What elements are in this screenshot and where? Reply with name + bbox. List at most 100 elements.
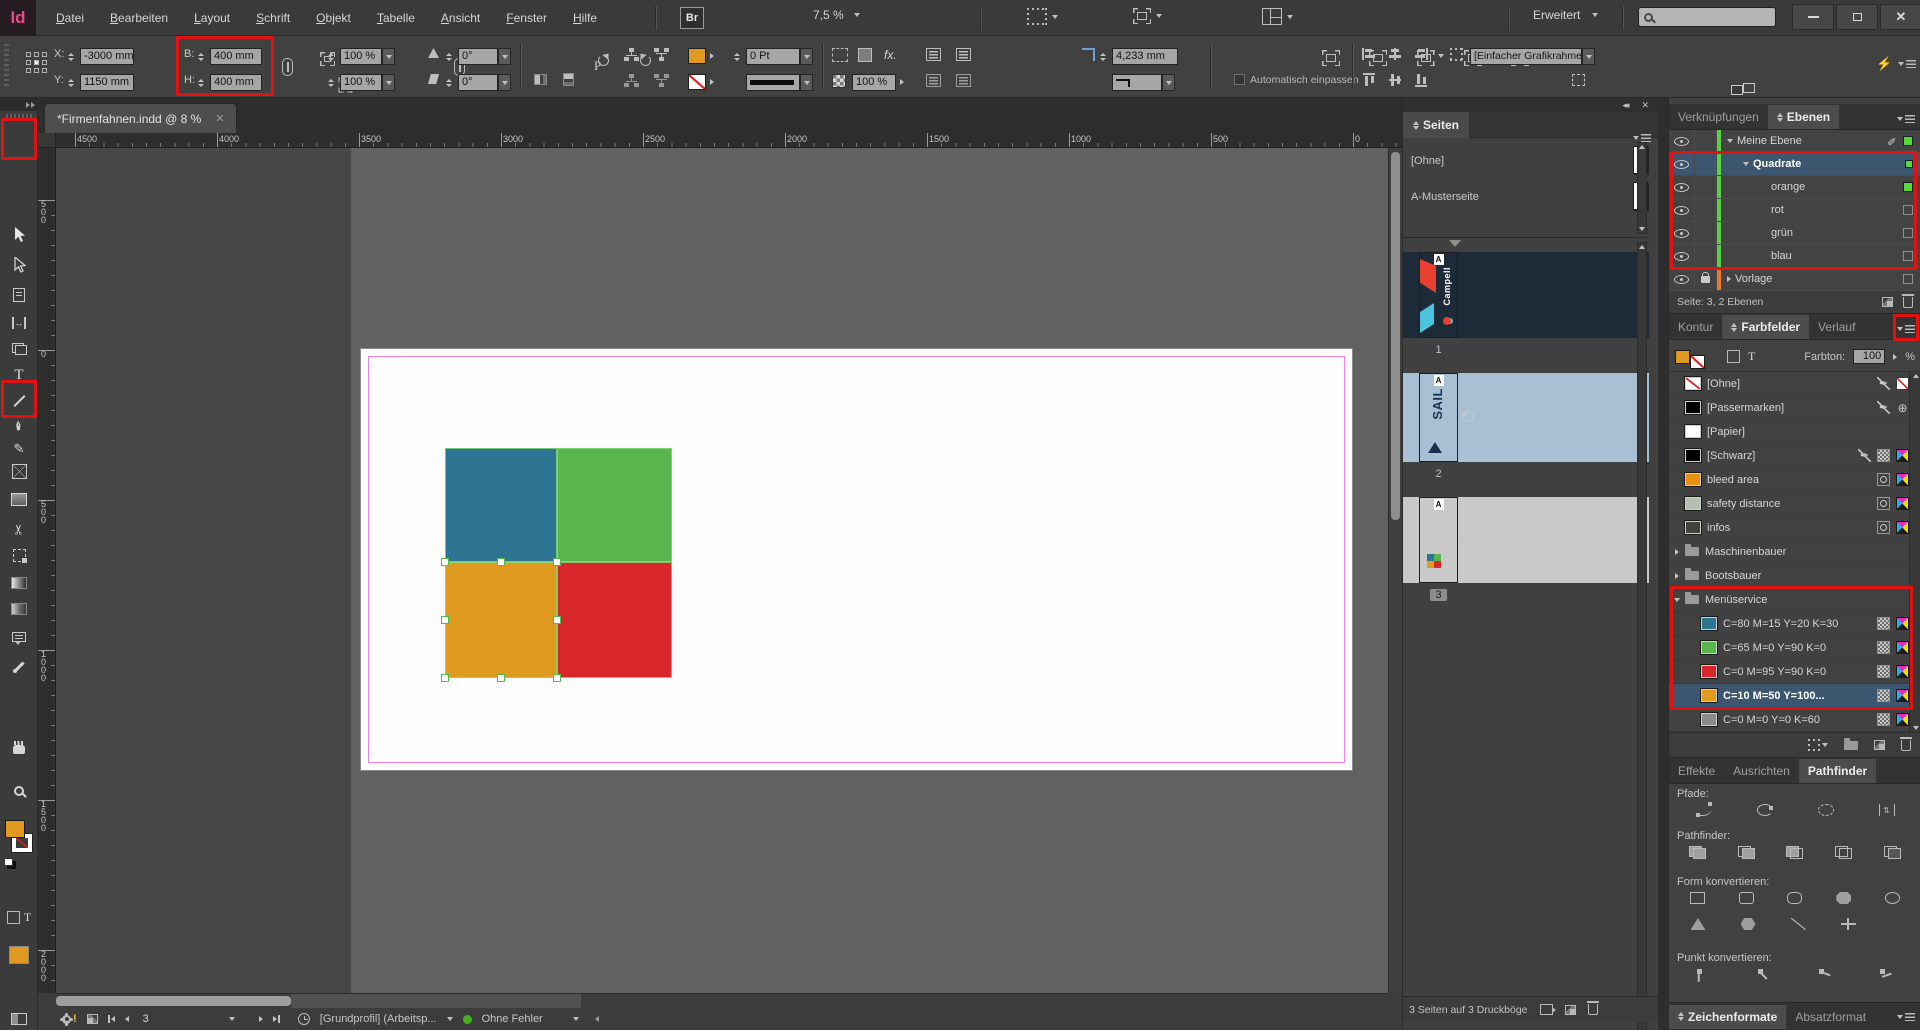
visibility-eye-icon[interactable] — [1674, 183, 1689, 192]
selection-tool[interactable] — [0, 222, 38, 248]
new-group-folder-icon[interactable] — [1844, 741, 1858, 750]
select-container-icon[interactable] — [624, 48, 639, 61]
new-layer-icon[interactable] — [1882, 297, 1893, 307]
preflight-alert-button[interactable]: ! — [62, 1013, 77, 1025]
flip-vertical-icon[interactable] — [563, 73, 574, 86]
tab-zeichenformate[interactable]: Zeichenformate — [1669, 1005, 1786, 1029]
status-dropdown[interactable] — [573, 1017, 579, 1021]
tab-absatzformat[interactable]: Absatzformat — [1786, 1005, 1875, 1029]
swatch-row[interactable]: infos ✒ ⊕ — [1669, 516, 1909, 540]
scrollbar-thumb[interactable] — [1391, 152, 1400, 520]
stroke-dropdown-arrow[interactable] — [710, 79, 714, 85]
view-options-dropdown[interactable] — [1027, 8, 1058, 25]
close-button[interactable]: ✕ — [1880, 4, 1920, 30]
quick-apply-lightning-icon[interactable]: ⚡ — [1876, 56, 1892, 72]
horizontal-scrollbar[interactable] — [56, 993, 1388, 1008]
tab-seiten[interactable]: Seiten — [1403, 112, 1469, 138]
visibility-eye-icon[interactable] — [1674, 137, 1689, 146]
align-center-icon[interactable] — [1388, 48, 1402, 60]
scrollbar-thumb[interactable] — [56, 996, 291, 1006]
page-thumbnail[interactable]: A — [1419, 497, 1458, 583]
flip-horizontal-icon[interactable] — [534, 74, 547, 85]
select-content-icon[interactable] — [654, 48, 669, 61]
gap-tool[interactable]: ↔ — [0, 310, 38, 336]
convert-to-ellipse-icon[interactable] — [1885, 892, 1900, 904]
canvas-viewport[interactable] — [56, 148, 1388, 993]
menu-item[interactable]: Datei — [56, 11, 84, 25]
container-toggle-icon[interactable] — [1727, 350, 1740, 363]
tab-verknuepfungen[interactable]: Verknüpfungen — [1669, 105, 1768, 129]
menu-item[interactable]: Fenster — [506, 11, 547, 25]
convert-to-beveled-rectangle-icon[interactable] — [1787, 892, 1802, 904]
new-swatch-icon[interactable] — [1874, 740, 1885, 750]
new-page-icon[interactable] — [1565, 1005, 1576, 1015]
free-transform-tool[interactable] — [0, 542, 38, 568]
artwork-square[interactable] — [445, 562, 557, 678]
align-left-icon[interactable] — [1362, 48, 1376, 60]
x-value-field[interactable]: -3000 mm — [80, 48, 134, 65]
layer-target-box[interactable] — [1903, 228, 1913, 238]
shear-field[interactable]: 0° — [458, 74, 498, 91]
folder-disclosure-icon[interactable] — [1675, 573, 1679, 579]
convert-to-polygon-icon[interactable] — [1741, 918, 1756, 930]
selection-handle[interactable] — [553, 558, 561, 566]
layer-target-box[interactable] — [1905, 160, 1913, 168]
formatting-affects-container-icon[interactable] — [7, 911, 20, 924]
delete-swatch-icon[interactable] — [1901, 740, 1911, 751]
selection-handle[interactable] — [497, 674, 505, 682]
next-page-button[interactable] — [259, 1016, 263, 1022]
fill-proxy-icon[interactable] — [1675, 350, 1690, 364]
previous-page-button[interactable] — [125, 1016, 129, 1022]
swatch-row[interactable]: [Schwarz] ✒ ⊕ — [1669, 444, 1909, 468]
direct-selection-tool[interactable] — [0, 252, 38, 278]
tint-value-field[interactable]: 100 — [1853, 349, 1885, 364]
stroke-weight-dropdown[interactable] — [800, 48, 813, 65]
arrange-documents-dropdown[interactable] — [1262, 8, 1293, 25]
tab-kontur[interactable]: Kontur — [1669, 315, 1722, 339]
page-thumbnail[interactable]: A Campell — [1419, 252, 1458, 338]
intersect-shapes-icon[interactable] — [1786, 846, 1803, 859]
zoom-level-dropdown[interactable]: 7,5 % — [813, 8, 860, 22]
layer-name[interactable]: Quadrate — [1753, 158, 1801, 170]
close-tab-icon[interactable]: ✕ — [215, 112, 224, 125]
layer-row[interactable]: blau ✎ — [1669, 245, 1920, 268]
tint-slider-arrow[interactable] — [1893, 354, 1897, 360]
shear-dropdown[interactable] — [498, 74, 511, 91]
reference-point-proxy[interactable] — [26, 52, 47, 73]
corner-shape-field[interactable] — [1112, 74, 1162, 91]
opacity-field[interactable]: 100 % — [852, 74, 896, 91]
swatch-views-icon[interactable] — [1808, 739, 1828, 751]
vertical-scrollbar[interactable] — [1388, 148, 1402, 993]
open-path-icon[interactable] — [1757, 804, 1773, 816]
visibility-eye-icon[interactable] — [1674, 229, 1689, 238]
layer-row[interactable]: orange ✎ — [1669, 176, 1920, 199]
swatch-row[interactable]: C=80 M=15 Y=20 K=30 ✒ ⊕ — [1669, 612, 1909, 636]
pages-scrollbar[interactable] — [1637, 242, 1647, 1030]
rotate-ccw-icon[interactable] — [640, 55, 651, 66]
x-stepper[interactable] — [66, 48, 76, 65]
artwork-square[interactable] — [445, 448, 557, 562]
rectangle-tool[interactable] — [0, 486, 38, 512]
swatch-row[interactable]: safety distance ✒ ⊕ — [1669, 492, 1909, 516]
selection-handle[interactable] — [497, 558, 505, 566]
screen-mode-dropdown[interactable] — [1133, 8, 1162, 24]
line-tool[interactable] — [0, 388, 38, 414]
delete-layer-icon[interactable] — [1903, 297, 1913, 308]
y-value-field[interactable]: 1150 mm — [80, 74, 134, 91]
visibility-eye-icon[interactable] — [1674, 252, 1689, 261]
wrap-next-icon[interactable] — [956, 74, 971, 87]
master-row[interactable]: [Ohne] — [1411, 146, 1641, 176]
menu-item[interactable]: Objekt — [316, 11, 351, 25]
dock-divider[interactable] — [1658, 98, 1668, 1030]
swatches-scrollbar[interactable] — [1909, 372, 1920, 732]
rotation-field[interactable]: 0° — [458, 48, 498, 65]
gradient-tool[interactable] — [0, 570, 38, 596]
wrap-around-icon[interactable] — [956, 48, 971, 61]
workspace-switcher[interactable]: Erweitert — [1533, 8, 1598, 22]
plain-point-icon[interactable] — [1696, 968, 1711, 981]
page-thumbnail[interactable]: A SAIL — [1419, 373, 1458, 462]
eyedropper-tool[interactable] — [0, 654, 38, 680]
page-number[interactable]: 3 — [1419, 589, 1458, 601]
stroke-style-dropdown[interactable] — [800, 74, 813, 91]
layer-row[interactable]: Vorlage ✎ — [1669, 268, 1920, 291]
